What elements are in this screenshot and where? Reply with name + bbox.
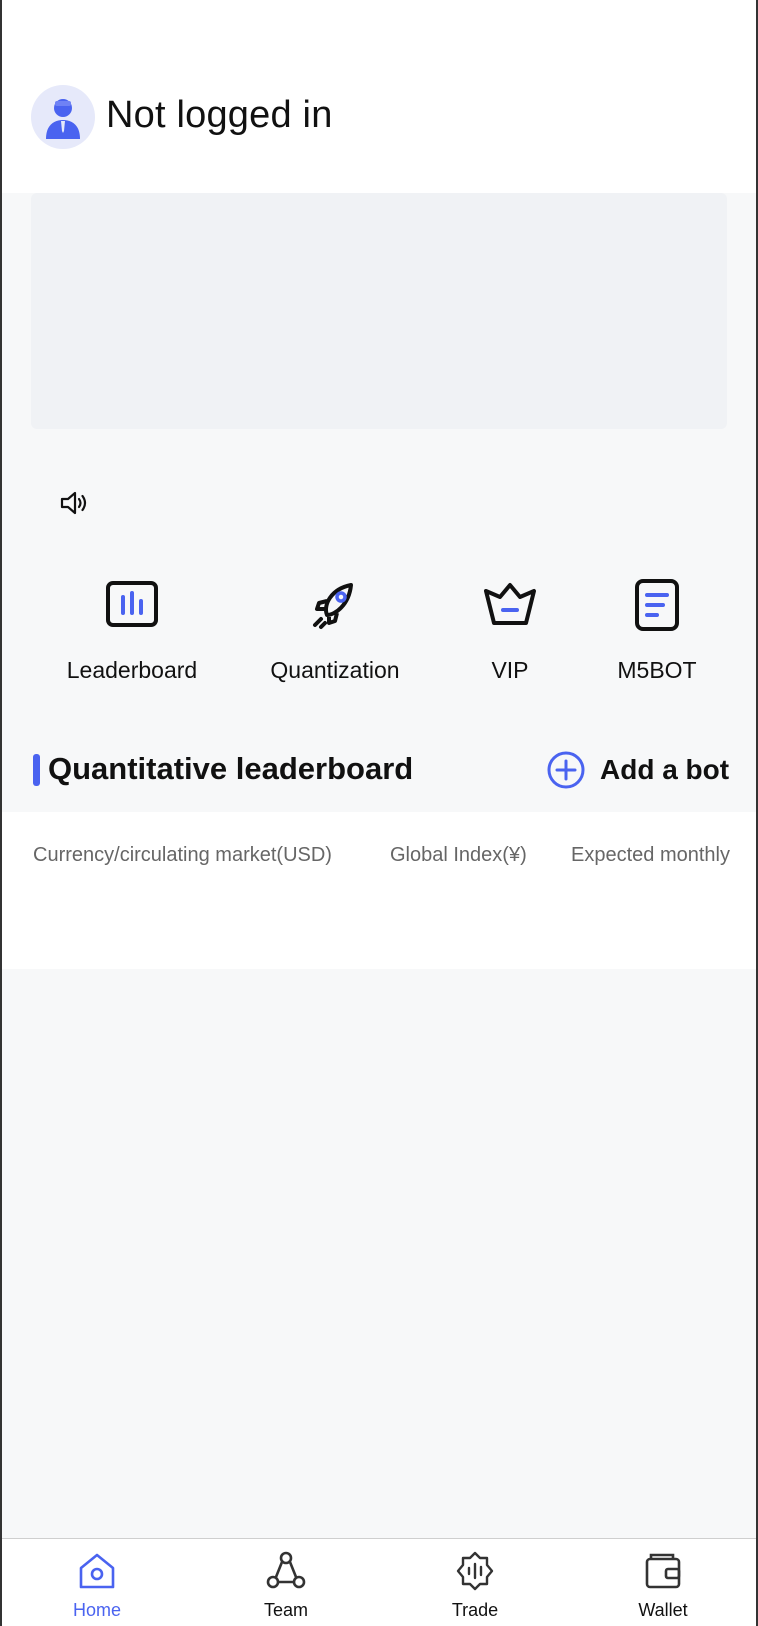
shortcut-quantization[interactable]: Quantization [260,575,410,684]
rocket-icon [313,583,353,629]
shortcut-m5bot[interactable]: M5BOT [582,575,732,684]
section-accent-bar [33,754,40,786]
add-bot-button[interactable]: Add a bot [546,748,729,792]
home-icon [79,1553,115,1589]
speaker-icon [60,491,87,515]
plus-circle-icon [547,751,585,789]
column-header[interactable]: Global Index(¥) [390,844,527,867]
tab-trade[interactable]: Trade [415,1550,535,1621]
leaderboard-table [2,812,756,969]
tab-label: Wallet [638,1600,688,1620]
tab-home[interactable]: Home [37,1550,157,1621]
login-status[interactable]: Not logged in [106,94,333,137]
column-header[interactable]: Currency/circulating market(USD) [33,844,332,867]
trade-icon [456,1551,494,1591]
shortcut-label: Leaderboard [66,657,198,683]
wallet-icon [645,1553,681,1589]
banner-placeholder[interactable] [31,193,727,429]
shortcut-vip[interactable]: VIP [435,575,585,684]
document-icon [635,579,679,631]
tab-label: Trade [451,1600,499,1620]
shortcut-leaderboard[interactable]: Leaderboard [57,575,207,684]
tab-wallet[interactable]: Wallet [603,1550,723,1621]
column-header[interactable]: Expected monthly [571,844,730,867]
bar-chart-icon [106,581,158,627]
crown-icon [484,583,536,625]
team-icon [266,1551,306,1589]
shortcut-label: Quantization [270,657,400,683]
user-icon [46,99,80,139]
app-frame: Not logged in Leaderboard Quantization V… [0,0,758,1626]
shortcut-label: VIP [491,657,529,683]
header: Not logged in [2,0,756,193]
avatar[interactable] [31,85,95,149]
tab-team[interactable]: Team [226,1550,346,1621]
shortcut-label: M5BOT [617,657,697,683]
tab-label: Team [263,1600,308,1620]
section-title: Quantitative leaderboard [48,751,414,786]
add-bot-label: Add a bot [600,754,730,785]
tab-label: Home [72,1600,121,1620]
